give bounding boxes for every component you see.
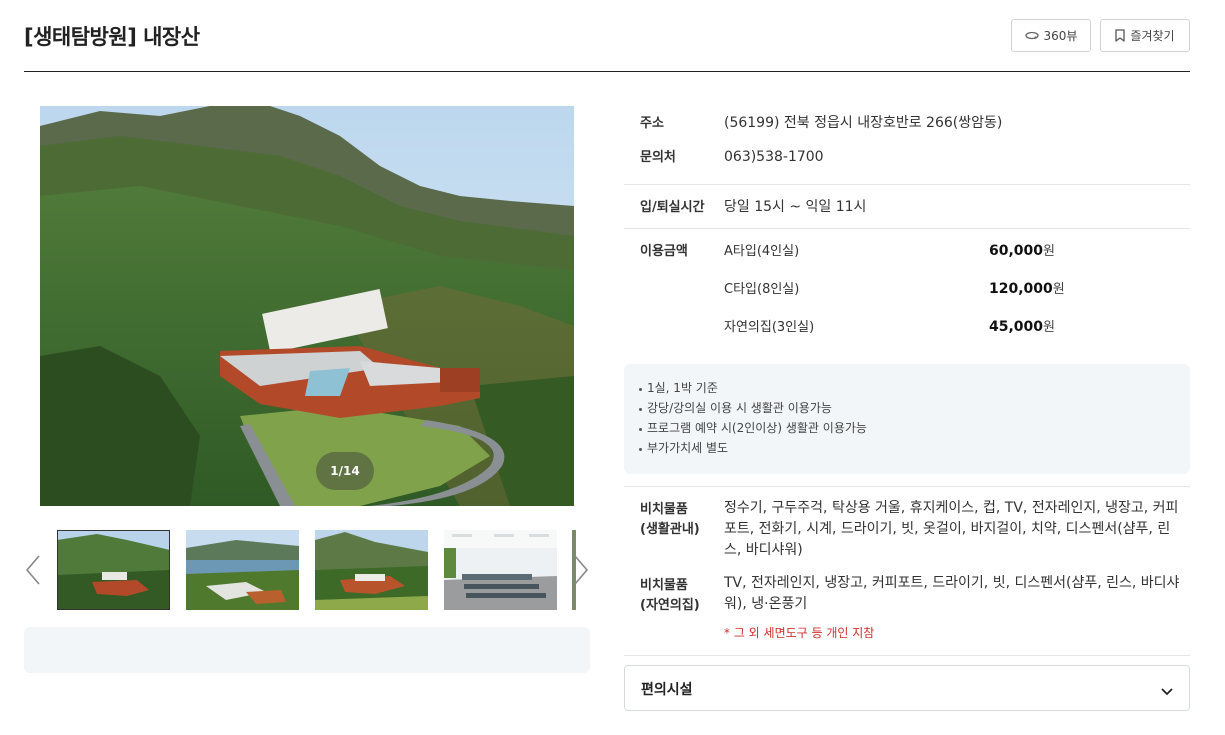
notice-item: 부가가치세 별도 [638, 438, 1176, 458]
thumbnail-strip [24, 530, 590, 610]
page-title: [생태탐방원] 내장산 [24, 25, 200, 49]
notice-item: 프로그램 예약 시(2인이상) 생활관 이용가능 [638, 418, 1176, 438]
next-photo-button[interactable] [572, 554, 590, 586]
main-photo[interactable]: 1/14 [40, 106, 574, 506]
thumbnail-3[interactable] [315, 530, 428, 610]
bookmark-icon [1115, 29, 1126, 42]
price-row-name: A타입(4인실) [724, 244, 800, 259]
photo-counter: 1/14 [316, 452, 374, 490]
checkin-label: 입/퇴실시간 [640, 200, 705, 215]
chevron-right-icon [574, 555, 589, 585]
notice-item: 1실, 1박 기준 [638, 378, 1176, 398]
price-row-amount: 120,000원 [989, 281, 1065, 297]
accordion-title: 편의시설 [641, 682, 693, 698]
360-view-icon [1024, 31, 1039, 40]
price-label: 이용금액 [640, 244, 688, 259]
notice-item: 강당/강의실 이용 시 생활관 이용가능 [638, 398, 1176, 418]
checkin-value: 당일 15시 ~ 익일 11시 [724, 199, 867, 215]
amenities-cabin-label: 비치물품 (자연의집) [640, 578, 700, 613]
amenities-lodge-value: 정수기, 구두주걱, 탁상용 거울, 휴지케이스, 컵, TV, 전자레인지, … [724, 500, 1179, 558]
divider [624, 486, 1190, 487]
convenience-facilities-accordion[interactable]: 편의시설 [624, 665, 1190, 711]
divider [624, 655, 1190, 656]
amenities-lodge-label: 비치물품 (생활관내) [640, 502, 700, 537]
gallery-caption-box [24, 627, 590, 673]
address-label: 주소 [640, 116, 664, 131]
thumbnail-2[interactable] [186, 530, 299, 610]
address-value: (56199) 전북 정읍시 내장호반로 266(쌍암동) [724, 115, 1003, 131]
contact-label: 문의처 [640, 150, 676, 165]
favorite-label: 즐겨찾기 [1130, 29, 1175, 43]
thumbnail-1[interactable] [57, 530, 170, 610]
price-notice-box: 1실, 1박 기준 강당/강의실 이용 시 생활관 이용가능 프로그램 예약 시… [624, 364, 1190, 474]
amenities-cabin-value: TV, 전자레인지, 냉장고, 커피포트, 드라이기, 빗, 디스펜서(샴푸, … [724, 575, 1180, 612]
price-row-name: 자연의집(3인실) [724, 320, 815, 335]
divider [624, 184, 1190, 185]
price-row-amount: 60,000원 [989, 243, 1055, 259]
chevron-down-icon [1161, 681, 1173, 700]
thumbnail-4[interactable] [444, 530, 557, 610]
favorite-button[interactable]: 즐겨찾기 [1100, 19, 1190, 52]
personal-items-warning: * 그 외 세면도구 등 개인 지참 [724, 626, 875, 640]
price-row-amount: 45,000원 [989, 319, 1055, 335]
price-row-name: C타입(8인실) [724, 282, 800, 297]
prev-photo-button[interactable] [24, 554, 42, 586]
chevron-left-icon [25, 555, 40, 585]
view-360-label: 360뷰 [1043, 29, 1078, 43]
view-360-button[interactable]: 360뷰 [1011, 19, 1091, 52]
divider [624, 228, 1190, 229]
contact-value: 063)538-1700 [724, 149, 824, 165]
page-header: [생태탐방원] 내장산 360뷰 즐겨찾기 [24, 0, 1190, 72]
aerial-photo-image [40, 106, 574, 506]
